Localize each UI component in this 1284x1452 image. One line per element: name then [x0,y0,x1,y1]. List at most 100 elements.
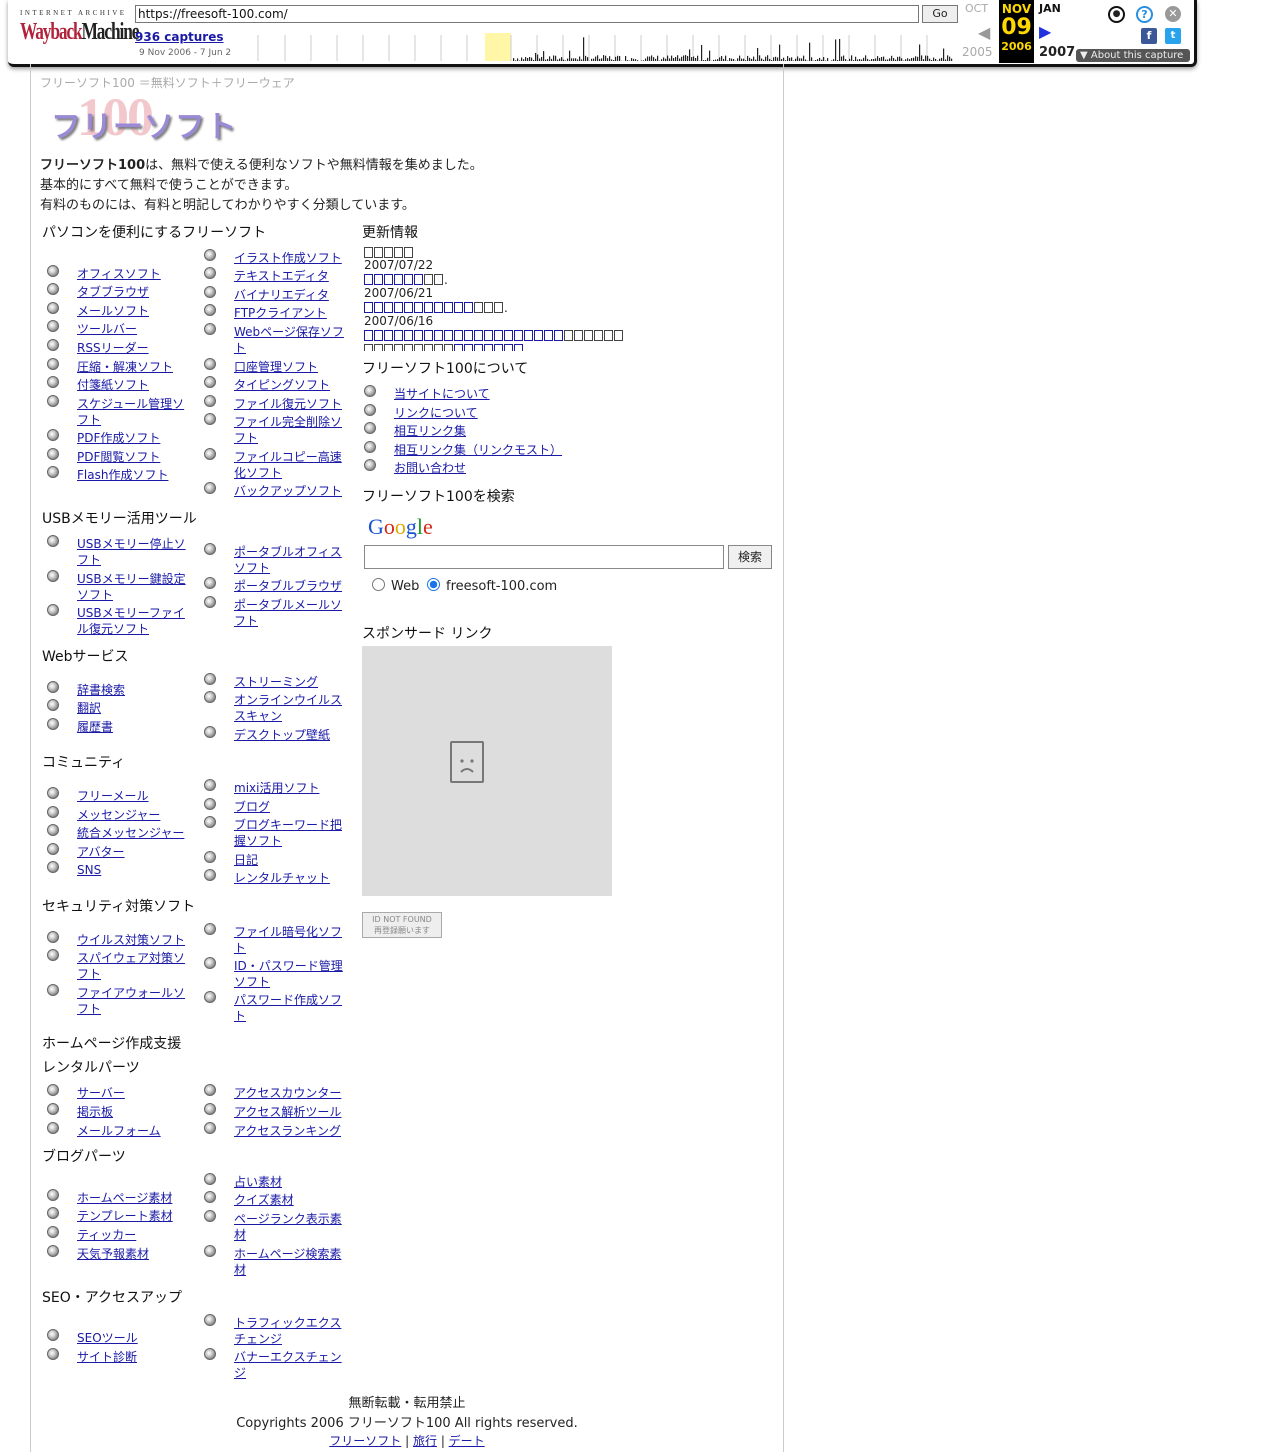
update-item-1[interactable]: . [364,273,448,287]
link-text[interactable]: フリーメール [47,788,187,804]
link-text[interactable]: メッセンジャー [47,807,187,823]
url-input[interactable]: https://freesoft-100.com/ [135,5,919,23]
link-item[interactable]: アクセスランキング [204,1122,344,1139]
link-item[interactable]: アバター [47,843,187,860]
link-text[interactable]: Webページ保存ソフト [204,324,344,356]
link-text[interactable]: 当サイトについて [364,386,564,402]
link-item[interactable]: 掲示板 [47,1103,187,1120]
link-item[interactable]: ファイルコピー高速化ソフト [204,448,344,481]
link-item[interactable]: ページランク表示素材 [204,1210,344,1243]
link-item[interactable]: PDF作成ソフト [47,429,187,446]
link-item[interactable]: 圧縮・解凍ソフト [47,358,187,375]
link-text[interactable]: オフィスソフト [47,266,187,282]
link-item[interactable]: 日記 [204,851,344,868]
footer-link[interactable]: デート [449,1434,485,1448]
link-item[interactable]: テンプレート素材 [47,1207,187,1224]
help-icon[interactable]: ? [1136,6,1153,23]
link-text[interactable]: ブログ [204,799,344,815]
link-text[interactable]: ホームページ素材 [47,1190,187,1206]
link-item[interactable]: ファイル暗号化ソフト [204,923,344,956]
link-text[interactable]: お問い合わせ [364,460,564,476]
link-item[interactable]: SNS [47,861,187,878]
radio-web-circle[interactable] [372,578,385,591]
link-item[interactable]: 占い素材 [204,1173,344,1190]
link-text[interactable]: オンラインウイルススキャン [204,692,344,724]
link-text[interactable]: サーバー [47,1085,187,1101]
link-text[interactable]: ポータブルブラウザ [204,578,344,594]
link-item[interactable]: 口座管理ソフト [204,358,344,375]
link-item[interactable]: 履歴書 [47,718,187,735]
link-item[interactable]: ウイルス対策ソフト [47,931,187,948]
link-text[interactable]: 付箋紙ソフト [47,377,187,393]
link-item[interactable]: レンタルチャット [204,869,344,886]
link-item[interactable]: オンラインウイルススキャン [204,691,344,724]
link-text[interactable]: アクセスカウンター [204,1085,344,1101]
link-text[interactable]: USBメモリーファイル復元ソフト [47,605,187,637]
link-text[interactable]: ブログキーワード把握ソフト [204,817,344,849]
link-text[interactable]: USBメモリー停止ソフト [47,536,187,568]
link-text[interactable]: バナーエクスチェンジ [204,1349,344,1381]
link-item[interactable]: テキストエディタ [204,267,344,284]
link-text[interactable]: 占い素材 [204,1174,344,1190]
link-item[interactable]: お問い合わせ [364,459,564,476]
id-not-found-banner[interactable]: ID NOT FOUND 再登録願います [362,912,442,938]
link-item[interactable]: フリーメール [47,787,187,804]
link-text[interactable]: メールソフト [47,303,187,319]
next-capture-arrow-icon[interactable]: ▶ [1039,22,1051,41]
link-item[interactable]: メールフォーム [47,1122,187,1139]
search-button[interactable]: 検索 [728,545,772,569]
link-item[interactable]: ファイル復元ソフト [204,395,344,412]
update-item-2[interactable]: . [364,301,508,315]
link-text[interactable]: 相互リンク集（リンクモスト） [364,442,564,458]
link-text[interactable]: イラスト作成ソフト [204,250,344,266]
link-text[interactable]: ストリーミング [204,674,344,690]
link-item[interactable]: デスクトップ壁紙 [204,726,344,743]
link-item[interactable]: パスワード作成ソフト [204,991,344,1024]
link-text[interactable]: アバター [47,844,187,860]
link-text[interactable]: バックアップソフト [204,483,344,499]
link-item[interactable]: ID・パスワード管理ソフト [204,957,344,990]
link-item[interactable]: メールソフト [47,302,187,319]
link-item[interactable]: スケジュール管理ソフト [47,395,187,428]
link-item[interactable]: サーバー [47,1084,187,1101]
prev-year[interactable]: 2005 [962,45,993,59]
link-item[interactable]: ストリーミング [204,673,344,690]
ad-frame[interactable] [362,646,612,896]
link-item[interactable]: イラスト作成ソフト [204,249,344,266]
link-item[interactable]: メッセンジャー [47,806,187,823]
wayback-logo[interactable]: WaybackMachine [20,19,139,46]
link-item[interactable]: 相互リンク集（リンクモスト） [364,441,564,458]
link-item[interactable]: ポータブルメールソフト [204,596,344,629]
link-item[interactable]: USBメモリー鍵設定ソフト [47,570,187,603]
link-item[interactable]: ファイル完全削除ソフト [204,413,344,446]
captures-link[interactable]: 936 captures [135,30,224,44]
link-text[interactable]: ポータブルメールソフト [204,597,344,629]
link-item[interactable]: ブログキーワード把握ソフト [204,816,344,849]
next-month[interactable]: JAN [1039,2,1061,15]
link-text[interactable]: アクセス解析ツール [204,1104,344,1120]
link-item[interactable]: スパイウェア対策ソフト [47,949,187,982]
link-text[interactable]: トラフィックエクスチェンジ [204,1315,344,1347]
footer-link[interactable]: フリーソフト [329,1434,401,1448]
link-text[interactable]: ウイルス対策ソフト [47,932,187,948]
link-text[interactable]: テンプレート素材 [47,1208,187,1224]
link-item[interactable]: SEOツール [47,1329,187,1346]
link-text[interactable]: スパイウェア対策ソフト [47,950,187,982]
link-text[interactable]: メールフォーム [47,1123,187,1139]
link-item[interactable]: リンクについて [364,404,564,421]
link-text[interactable]: タブブラウザ [47,284,187,300]
link-item[interactable]: アクセスカウンター [204,1084,344,1101]
link-item[interactable]: タイピングソフト [204,376,344,393]
site-logo[interactable]: 100 フリーソフト [47,87,247,152]
link-text[interactable]: サイト診断 [47,1349,187,1365]
link-item[interactable]: バイナリエディタ [204,286,344,303]
link-text[interactable]: 統合メッセンジャー [47,825,187,841]
about-capture-dropdown[interactable]: ▼ About this capture [1076,49,1190,62]
link-text[interactable]: ページランク表示素材 [204,1211,344,1243]
link-item[interactable]: RSSリーダー [47,339,187,356]
link-item[interactable]: クイズ素材 [204,1191,344,1208]
link-item[interactable]: 辞書検索 [47,681,187,698]
link-text[interactable]: ポータブルオフィスソフト [204,544,344,576]
user-icon[interactable]: ● [1108,6,1125,23]
link-text[interactable]: テキストエディタ [204,268,344,284]
